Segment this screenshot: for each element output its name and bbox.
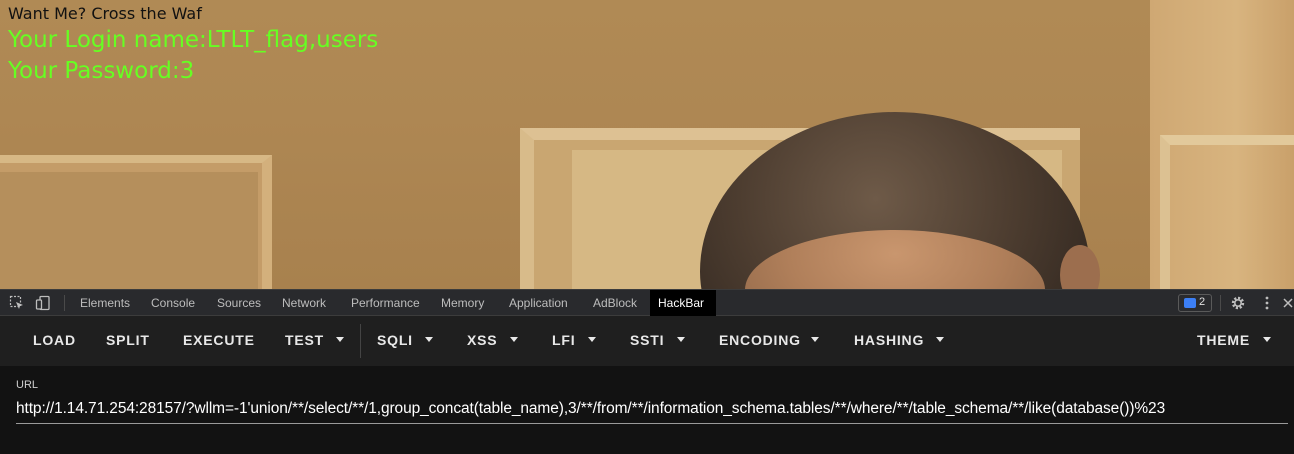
- chevron-down-icon: [936, 337, 944, 342]
- chevron-down-icon: [1263, 337, 1271, 342]
- lfi-dropdown-button[interactable]: LFI: [552, 316, 575, 366]
- tab-performance[interactable]: Performance: [343, 290, 428, 316]
- url-field-label: URL: [16, 379, 39, 391]
- background-door-frame-right: [1160, 135, 1294, 289]
- tab-network[interactable]: Network: [274, 290, 334, 316]
- toolbar-divider: [360, 324, 361, 358]
- encoding-dropdown-button[interactable]: ENCODING: [719, 316, 801, 366]
- more-options-icon[interactable]: [1259, 295, 1275, 311]
- ssti-dropdown-button[interactable]: SSTI: [630, 316, 664, 366]
- device-toolbar-icon[interactable]: [35, 295, 51, 311]
- tab-console[interactable]: Console: [143, 290, 203, 316]
- chevron-down-icon: [510, 337, 518, 342]
- browser-window: Want Me? Cross the Waf Your Login name:L…: [0, 0, 1294, 454]
- hackbar-url-panel: URL: [0, 366, 1294, 454]
- close-icon[interactable]: [1282, 295, 1294, 311]
- issues-icon: [1184, 298, 1196, 308]
- issues-count: 2: [1199, 296, 1206, 308]
- chevron-down-icon: [336, 337, 344, 342]
- tab-adblock[interactable]: AdBlock: [585, 290, 645, 316]
- hashing-dropdown-button[interactable]: HASHING: [854, 316, 924, 366]
- page-heading: Want Me? Cross the Waf: [8, 4, 202, 23]
- toolbar-divider: [64, 295, 65, 311]
- split-button[interactable]: SPLIT: [106, 316, 150, 366]
- tab-hackbar[interactable]: HackBar: [650, 290, 716, 316]
- tab-application[interactable]: Application: [501, 290, 576, 316]
- url-input[interactable]: [16, 394, 1288, 424]
- inspect-element-icon[interactable]: [9, 295, 25, 311]
- settings-gear-icon[interactable]: [1230, 295, 1246, 311]
- chevron-down-icon: [425, 337, 433, 342]
- devtools-tab-bar: Elements Console Sources Network Perform…: [0, 289, 1294, 316]
- hackbar-toolbar: LOAD SPLIT EXECUTE TEST SQLI XSS LFI SST…: [0, 316, 1294, 366]
- theme-dropdown-button[interactable]: THEME: [1197, 316, 1250, 366]
- login-name-result: Your Login name:LTLT_flag,users: [8, 27, 379, 53]
- tab-memory[interactable]: Memory: [433, 290, 492, 316]
- chevron-down-icon: [588, 337, 596, 342]
- chevron-down-icon: [811, 337, 819, 342]
- toolbar-divider: [1220, 295, 1221, 311]
- xss-dropdown-button[interactable]: XSS: [467, 316, 497, 366]
- page-viewport: Want Me? Cross the Waf Your Login name:L…: [0, 0, 1294, 289]
- chevron-down-icon: [677, 337, 685, 342]
- password-result: Your Password:3: [8, 58, 195, 84]
- test-dropdown-button[interactable]: TEST: [285, 316, 324, 366]
- load-button[interactable]: LOAD: [33, 316, 76, 366]
- tab-sources[interactable]: Sources: [209, 290, 269, 316]
- tab-elements[interactable]: Elements: [72, 290, 138, 316]
- background-door-panel-left: [0, 172, 258, 289]
- issues-counter-button[interactable]: 2: [1178, 294, 1212, 312]
- execute-button[interactable]: EXECUTE: [183, 316, 255, 366]
- background-person-ear: [1060, 245, 1100, 289]
- sqli-dropdown-button[interactable]: SQLI: [377, 316, 413, 366]
